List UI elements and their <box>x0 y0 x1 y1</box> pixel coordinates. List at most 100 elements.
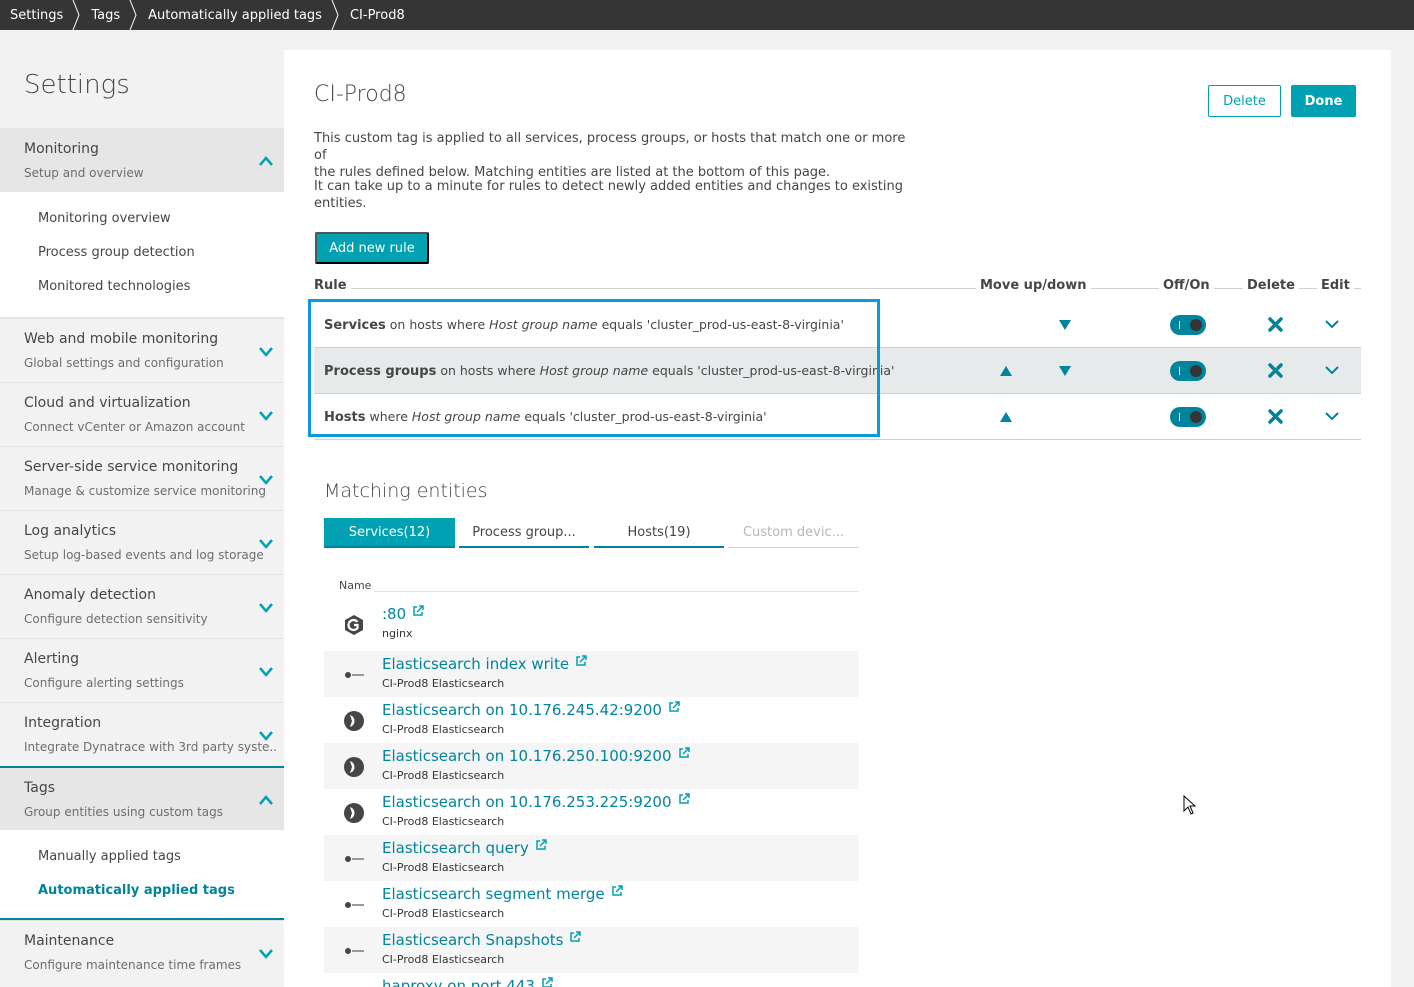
chevron-down-icon[interactable] <box>1325 411 1339 421</box>
chevron-down-icon[interactable] <box>258 947 274 959</box>
sidebar-section-web-mobile[interactable]: Web and mobile monitoring Global setting… <box>0 318 284 382</box>
done-button[interactable]: Done <box>1291 85 1356 117</box>
delete-rule-icon[interactable] <box>1268 409 1283 424</box>
breadcrumb-tags[interactable]: Tags <box>81 0 138 30</box>
external-link-icon[interactable] <box>569 931 582 943</box>
elastic-icon <box>345 672 364 678</box>
entity-link[interactable]: haproxy on port 443 <box>382 977 553 987</box>
breadcrumb-settings[interactable]: Settings <box>0 0 81 30</box>
rule-enabled-toggle[interactable] <box>1170 361 1206 381</box>
entity-name: Elasticsearch index write <box>382 655 570 673</box>
chevron-down-icon[interactable] <box>258 409 274 421</box>
sidebar-section-anomaly-detection[interactable]: Anomaly detection Configure detection se… <box>0 574 284 638</box>
entity-link[interactable]: Elasticsearch query <box>382 839 547 857</box>
delete-button[interactable]: Delete <box>1208 85 1281 117</box>
sidebar-section-cloud[interactable]: Cloud and virtualization Connect vCenter… <box>0 382 284 446</box>
add-new-rule-button[interactable]: Add new rule <box>315 232 429 264</box>
section-subtitle: Global settings and configuration <box>24 356 224 370</box>
external-link-icon[interactable] <box>611 885 623 897</box>
description-paragraph-2: It can take up to a minute for rules to … <box>314 178 914 212</box>
sidebar-section-server-side[interactable]: Server-side service monitoring Manage & … <box>0 446 284 510</box>
chevron-down-icon[interactable] <box>258 537 274 549</box>
sidebar-title: Settings <box>24 70 130 100</box>
chevron-up-icon[interactable] <box>258 155 274 167</box>
external-link-icon[interactable] <box>668 701 680 713</box>
chevron-down-icon[interactable] <box>258 729 274 741</box>
elasticsearch-service-icon <box>344 803 364 823</box>
move-up-icon[interactable] <box>999 411 1013 423</box>
move-down-icon[interactable] <box>1058 319 1072 331</box>
sidebar-section-integration[interactable]: Integration Integrate Dynatrace with 3rd… <box>0 702 284 766</box>
section-title: Anomaly detection <box>24 587 156 603</box>
section-subtitle: Group entities using custom tags <box>24 805 224 819</box>
entity-name: :80 <box>382 605 407 623</box>
sidebar-item-manually-applied-tags[interactable]: Manually applied tags <box>0 840 284 874</box>
move-up-icon[interactable] <box>999 365 1013 377</box>
section-title: Integration <box>24 715 102 731</box>
sidebar-section-log-analytics[interactable]: Log analytics Setup log-based events and… <box>0 510 284 574</box>
breadcrumb-current: CI-Prod8 <box>340 0 423 30</box>
external-link-icon[interactable] <box>678 747 690 759</box>
delete-rule-icon[interactable] <box>1268 317 1283 332</box>
main-panel: CI-Prod8 Delete Done This custom tag is … <box>284 50 1391 987</box>
sidebar-item-monitored-technologies[interactable]: Monitored technologies <box>0 270 284 304</box>
external-link-icon[interactable] <box>412 605 424 617</box>
rule-text: Process groups on hosts where Host group… <box>324 363 894 379</box>
rule-attribute: Host group name <box>539 363 649 378</box>
tags-submenu: Manually applied tags Automatically appl… <box>0 830 284 920</box>
section-title: Alerting <box>24 651 79 667</box>
rule-enabled-toggle[interactable] <box>1170 315 1206 335</box>
tab-process-groups[interactable]: Process group... <box>459 518 589 548</box>
entity-subtitle: CI-Prod8 Elasticsearch <box>382 907 505 920</box>
sidebar-item-automatically-applied-tags[interactable]: Automatically applied tags <box>0 874 284 908</box>
sidebar-section-tags[interactable]: Tags Group entities using custom tags <box>0 766 284 830</box>
entity-link[interactable]: Elasticsearch Snapshots <box>382 931 582 949</box>
move-down-icon[interactable] <box>1058 365 1072 377</box>
sidebar-section-monitoring[interactable]: Monitoring Setup and overview <box>0 128 284 192</box>
chevron-down-icon[interactable] <box>1325 319 1339 329</box>
tab-services[interactable]: Services(12) <box>324 518 455 548</box>
sidebar-section-maintenance[interactable]: Maintenance Configure maintenance time f… <box>0 920 284 984</box>
entity-link[interactable]: Elasticsearch on 10.176.253.225:9200 <box>382 793 690 811</box>
delete-rule-icon[interactable] <box>1268 363 1283 378</box>
external-link-icon[interactable] <box>541 977 553 987</box>
entity-row: Elasticsearch index write CI-Prod8 Elast… <box>324 651 859 697</box>
external-link-icon[interactable] <box>575 655 587 667</box>
chevron-down-icon[interactable] <box>258 473 274 485</box>
sidebar-item-process-group-detection[interactable]: Process group detection <box>0 236 284 270</box>
entity-name: Elasticsearch query <box>382 839 529 857</box>
breadcrumb-auto-tags[interactable]: Automatically applied tags <box>138 0 340 30</box>
entity-link[interactable]: Elasticsearch on 10.176.245.42:9200 <box>382 701 680 719</box>
rule-condition-prefix: on hosts where <box>389 317 486 332</box>
section-title: Web and mobile monitoring <box>24 331 219 347</box>
rule-row-hosts: Hosts where Host group name equals 'clus… <box>314 394 1361 440</box>
entity-link[interactable]: :80 <box>382 605 424 623</box>
external-link-icon[interactable] <box>535 839 547 851</box>
header-rule: Rule <box>314 278 351 293</box>
breadcrumb-separator-icon <box>129 0 137 30</box>
chevron-down-icon[interactable] <box>258 665 274 677</box>
chevron-down-icon[interactable] <box>258 601 274 613</box>
entity-link[interactable]: Elasticsearch segment merge <box>382 885 623 903</box>
entity-subtitle: CI-Prod8 Elasticsearch <box>382 677 505 690</box>
chevron-up-icon[interactable] <box>258 794 274 806</box>
entity-row: haproxy on port 443 <box>324 973 859 987</box>
tab-hosts[interactable]: Hosts(19) <box>594 518 724 548</box>
elastic-icon <box>345 902 364 908</box>
chevron-down-icon[interactable] <box>258 345 274 357</box>
sidebar-item-monitoring-overview[interactable]: Monitoring overview <box>0 202 284 236</box>
entity-subtitle: CI-Prod8 Elasticsearch <box>382 861 505 874</box>
rule-enabled-toggle[interactable] <box>1170 407 1206 427</box>
entity-row: Elasticsearch on 10.176.245.42:9200 CI-P… <box>324 697 859 743</box>
entity-link[interactable]: Elasticsearch index write <box>382 655 587 673</box>
sidebar-section-alerting[interactable]: Alerting Configure alerting settings <box>0 638 284 702</box>
nginx-icon <box>345 615 363 635</box>
rule-attribute: Host group name <box>411 409 521 424</box>
entity-row: Elasticsearch on 10.176.250.100:9200 CI-… <box>324 743 859 789</box>
external-link-icon[interactable] <box>678 793 690 805</box>
entity-link[interactable]: Elasticsearch on 10.176.250.100:9200 <box>382 747 690 765</box>
section-title: Server-side service monitoring <box>24 459 239 475</box>
chevron-down-icon[interactable] <box>1325 365 1339 375</box>
tab-custom-devices: Custom devic... <box>728 518 859 548</box>
name-header-divider <box>374 591 859 592</box>
